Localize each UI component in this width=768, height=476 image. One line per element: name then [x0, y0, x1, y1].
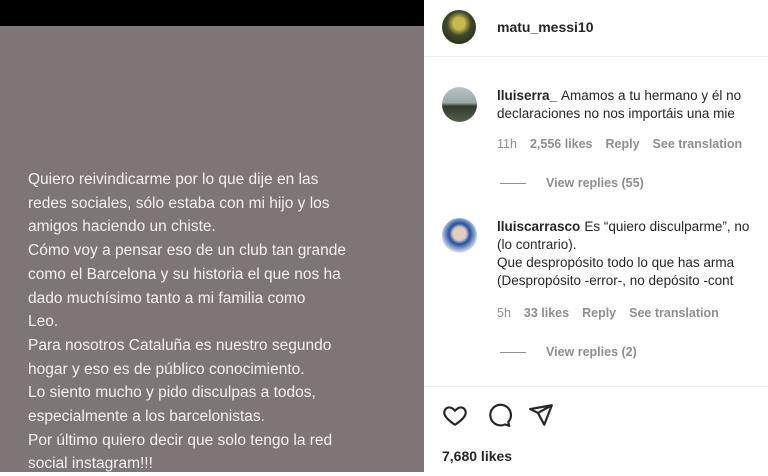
story-image: Quiero reivindicarme por lo que dije en …	[0, 26, 424, 472]
comment-line: Amamos a tu hermano y él no	[561, 88, 742, 103]
divider-line	[500, 183, 526, 185]
reply-button[interactable]: Reply	[582, 306, 616, 320]
comment-likes[interactable]: 33 likes	[524, 306, 569, 320]
comment-likes[interactable]: 2,556 likes	[530, 137, 593, 151]
comment-time: 11h	[497, 137, 517, 151]
see-translation-button[interactable]: See translation	[629, 306, 719, 320]
see-translation-button[interactable]: See translation	[653, 137, 743, 151]
comment-line: (lo contrario).	[497, 237, 577, 252]
view-replies-button[interactable]: View replies (55)	[500, 176, 644, 190]
comment-time: 5h	[497, 306, 511, 320]
comment-text: lluiscarrasco Es “quiero disculparme”, no…	[497, 218, 768, 290]
comment-line: declaraciones no nos importáis una mie	[497, 106, 735, 121]
comment-icon[interactable]	[486, 402, 512, 428]
comment-line: Es “quiero disculparme”, no	[584, 219, 750, 234]
comment-username[interactable]: lluiserra_	[497, 88, 557, 103]
comment-text: lluiserra_ Amamos a tu hermano y él no de…	[497, 87, 768, 123]
comment-meta: 11h 2,556 likes Reply See translation	[497, 137, 755, 151]
story-text: Quiero reivindicarme por lo que dije en …	[28, 171, 346, 473]
avatar[interactable]	[442, 87, 477, 122]
comment-meta: 5h 33 likes Reply See translation	[497, 306, 732, 320]
post-username[interactable]: matu_messi10	[497, 19, 594, 35]
comment-line: (Despropósito -error-, no depósito -cont	[497, 273, 734, 288]
view-replies-label: View replies (55)	[546, 176, 644, 190]
reply-button[interactable]: Reply	[606, 137, 640, 151]
comment-line: Que despropósito todo lo que has arma	[497, 255, 735, 270]
avatar[interactable]	[442, 10, 476, 44]
story-top-bar	[0, 0, 424, 26]
view-replies-button[interactable]: View replies (2)	[500, 345, 637, 359]
share-icon[interactable]	[528, 402, 554, 428]
avatar[interactable]	[442, 218, 477, 253]
heart-icon[interactable]	[442, 402, 468, 428]
post-likes[interactable]: 7,680 likes	[442, 448, 512, 464]
view-replies-label: View replies (2)	[546, 345, 637, 359]
divider	[424, 386, 768, 387]
divider-line	[500, 352, 526, 354]
comment-username[interactable]: lluiscarrasco	[497, 219, 580, 234]
comments-panel: matu_messi10 lluiserra_ Amamos a tu herma…	[424, 0, 768, 472]
post-header: matu_messi10	[424, 0, 768, 57]
